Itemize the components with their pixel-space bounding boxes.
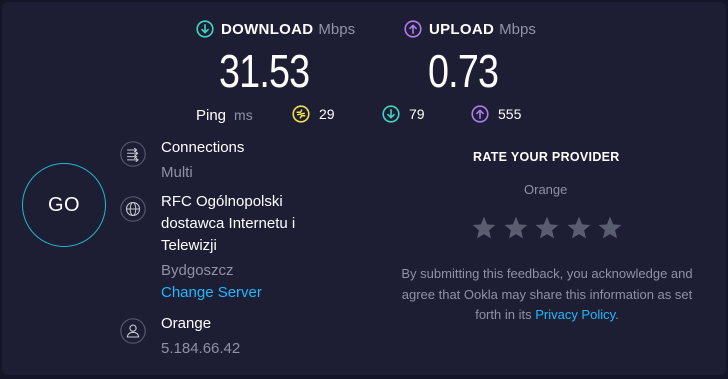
feedback-line3: forth in its Privacy Policy. [380, 305, 714, 326]
isp-ip: 5.184.66.42 [161, 340, 241, 357]
ping-unit: ms [234, 107, 253, 123]
upload-metric: UPLOAD Mbps [404, 18, 536, 40]
lightning-circle-icon [292, 105, 310, 123]
star-icon[interactable] [503, 215, 529, 241]
arrow-up-circle-icon [471, 105, 489, 123]
rate-provider-name: Orange [524, 182, 568, 197]
upload-unit: Mbps [499, 20, 536, 38]
isp-info: Orange 5.184.66.42 [161, 313, 240, 360]
server-name-line3: Telewizji [161, 237, 217, 254]
feedback-line3-prefix: forth in its [475, 307, 532, 322]
server-name-line1: RFC Ogólnopolski [161, 193, 283, 210]
star-icon[interactable] [534, 215, 560, 241]
isp-name: Orange [161, 315, 212, 332]
download-metric: DOWNLOAD Mbps [196, 18, 355, 40]
globe-icon [120, 196, 146, 222]
upload-value: 0.73 [428, 45, 499, 97]
arrow-down-circle-icon [196, 20, 214, 38]
server-city: Bydgoszcz [161, 262, 234, 279]
ping-upload: 555 [471, 105, 521, 123]
feedback-line1: By submitting this feedback, you acknowl… [401, 266, 693, 281]
ping-idle: 29 [292, 105, 335, 123]
rating-stars [471, 215, 629, 241]
arrow-down-circle-icon [382, 105, 400, 123]
feedback-disclaimer: By submitting this feedback, you acknowl… [380, 264, 714, 326]
download-value: 31.53 [219, 45, 310, 97]
ping-upload-value: 555 [498, 106, 522, 122]
connections-title: Connections [161, 139, 245, 156]
connections-value: Multi [161, 164, 193, 181]
star-icon[interactable] [471, 215, 497, 241]
ping-idle-value: 29 [319, 106, 335, 122]
upload-title: UPLOAD [429, 20, 495, 38]
ping-download: 79 [382, 105, 425, 123]
star-icon[interactable] [566, 215, 592, 241]
change-server-link[interactable]: Change Server [161, 282, 295, 304]
go-button[interactable]: GO [22, 163, 106, 247]
rate-provider-title: RATE YOUR PROVIDER [473, 150, 620, 164]
user-icon [120, 318, 146, 344]
download-title: DOWNLOAD [221, 20, 314, 38]
feedback-suffix: . [615, 307, 619, 322]
star-icon[interactable] [597, 215, 623, 241]
ping-row: Ping ms [196, 104, 253, 126]
arrow-up-circle-icon [404, 20, 422, 38]
feedback-line2: agree that Ookla may share this informat… [401, 286, 693, 302]
upload-header: UPLOAD Mbps [404, 18, 536, 40]
download-unit: Mbps [318, 20, 356, 38]
server-name-line2: dostawca Internetu i [161, 215, 296, 232]
connections-arrows-icon[interactable] [120, 141, 146, 167]
server-info: RFC Ogólnopolski dostawca Internetu i Te… [161, 191, 295, 304]
ping-download-value: 79 [409, 106, 425, 122]
download-header: DOWNLOAD Mbps [196, 18, 355, 40]
ping-label: Ping [196, 106, 227, 124]
privacy-policy-link[interactable]: Privacy Policy [535, 307, 615, 322]
connections-info: Connections Multi [161, 137, 244, 184]
